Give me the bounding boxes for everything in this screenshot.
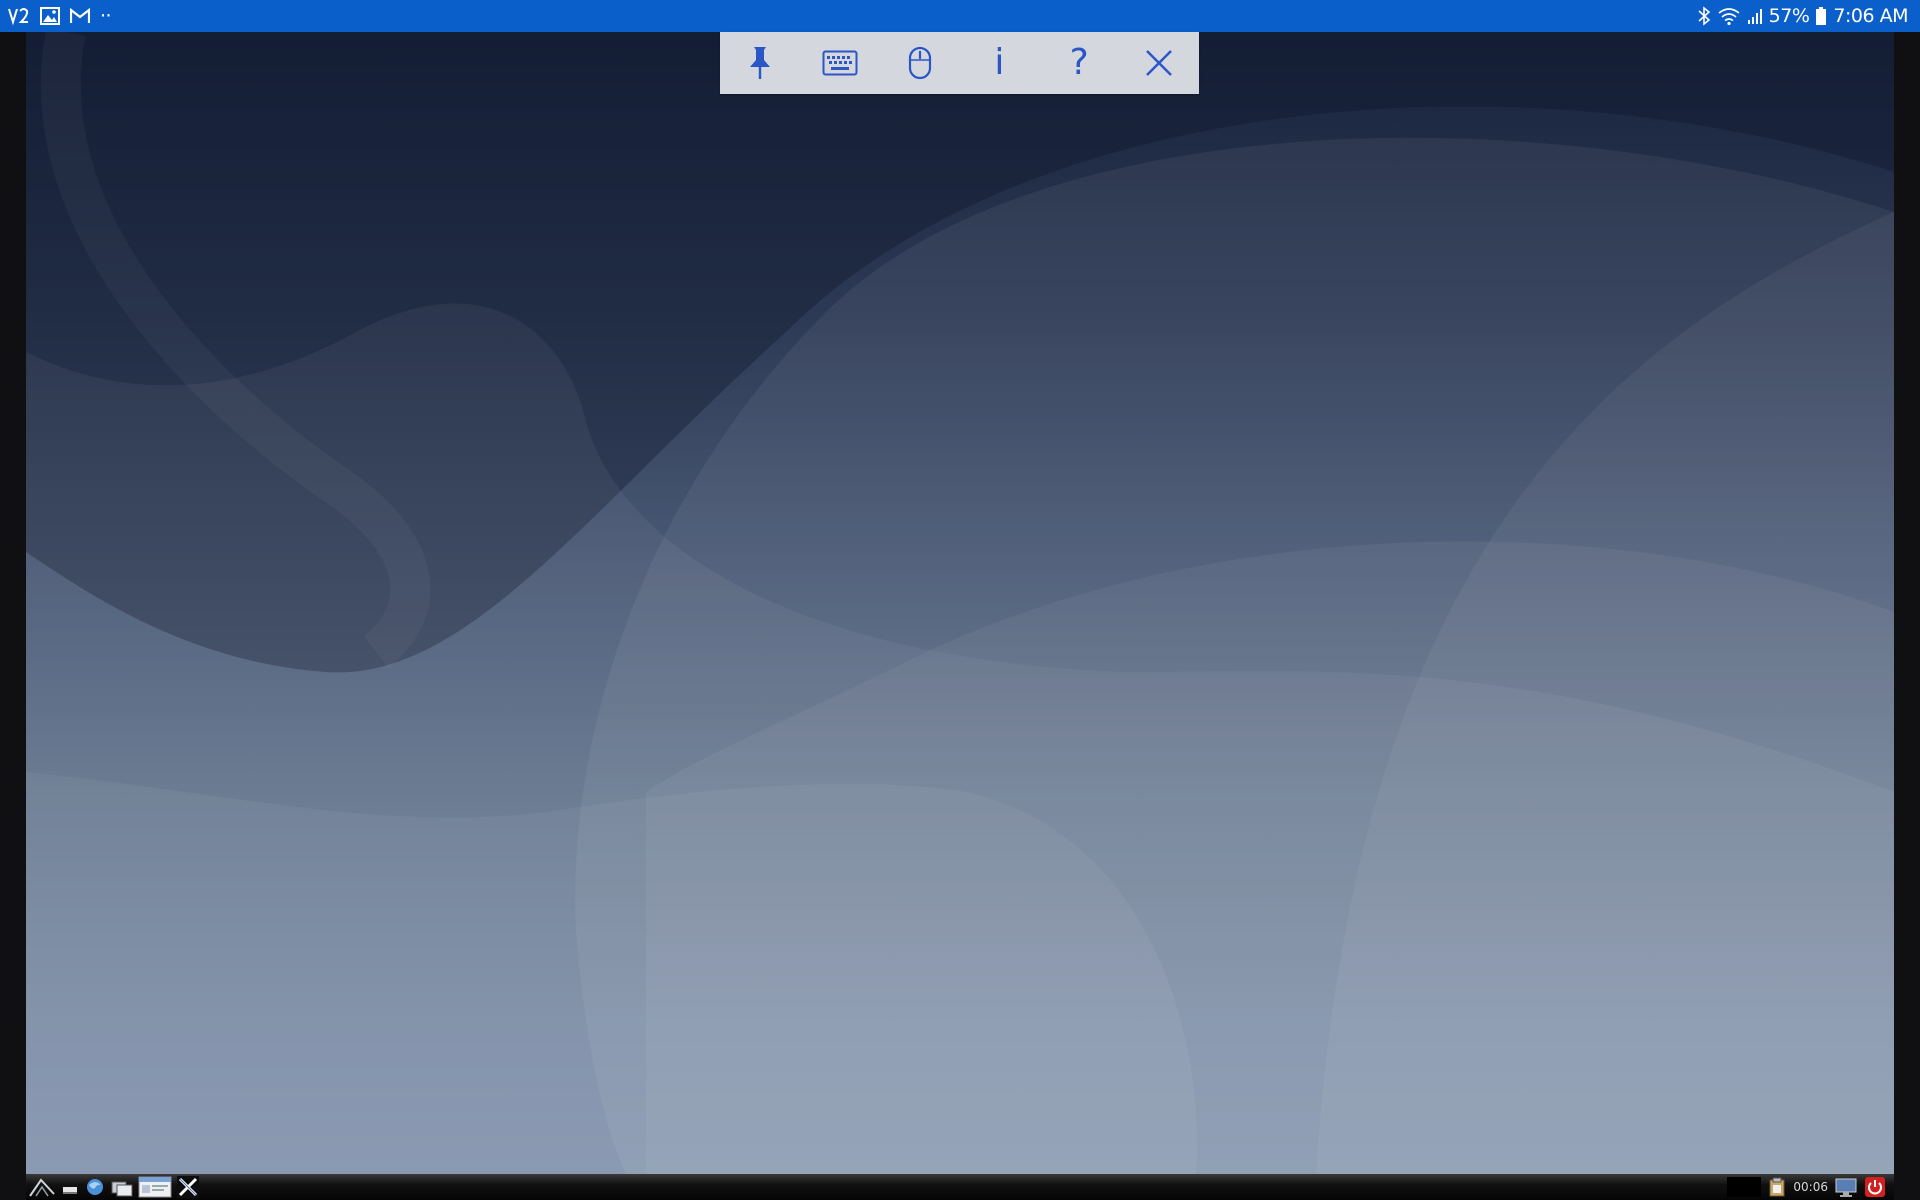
- black-tray-box: [1727, 1175, 1762, 1199]
- remote-desktop-area[interactable]: [26, 32, 1894, 1174]
- taskbar-tray: 00:06: [1727, 1174, 1886, 1200]
- power-icon[interactable]: [1864, 1175, 1886, 1199]
- start-menu-icon[interactable]: [28, 1175, 56, 1199]
- info-icon: i: [994, 42, 1005, 83]
- lxde-taskbar: 00:06: [26, 1174, 1894, 1200]
- file-manager-icon[interactable]: [138, 1175, 172, 1199]
- remote-frame-left-border: [0, 32, 26, 1200]
- keyboard-button[interactable]: [810, 35, 870, 91]
- remote-control-toolbar: i ?: [720, 32, 1199, 94]
- monitor-icon[interactable]: [1834, 1175, 1858, 1199]
- status-bar-left: ··: [8, 0, 112, 32]
- x-terminal-icon[interactable]: [176, 1175, 200, 1199]
- mouse-button[interactable]: [890, 35, 950, 91]
- battery-icon: [1815, 6, 1827, 26]
- switch-windows-icon[interactable]: [110, 1175, 134, 1199]
- android-status-bar: ·· 57% 7:06 AM: [0, 0, 1920, 32]
- close-icon: [1144, 48, 1174, 78]
- clock-time: 7:06 AM: [1833, 5, 1908, 27]
- remote-frame-right-border: [1894, 32, 1920, 1200]
- mouse-icon: [907, 46, 933, 80]
- wifi-icon: [1717, 6, 1741, 26]
- vnc-icon: [8, 6, 30, 26]
- signal-icon: [1747, 6, 1763, 26]
- status-bar-right: 57% 7:06 AM: [1697, 0, 1908, 32]
- desktop-wallpaper: [26, 32, 1894, 1174]
- taskbar-launchers: [28, 1174, 200, 1200]
- pin-button[interactable]: [730, 35, 790, 91]
- help-icon: ?: [1069, 42, 1089, 83]
- gmail-icon: [70, 8, 90, 24]
- image-icon: [40, 7, 60, 25]
- close-button[interactable]: [1129, 35, 1189, 91]
- battery-percent: 57%: [1768, 5, 1810, 27]
- info-button[interactable]: i: [969, 35, 1029, 91]
- clipboard-icon[interactable]: [1767, 1175, 1787, 1199]
- keyboard-icon: [822, 50, 858, 76]
- browser-icon[interactable]: [84, 1175, 106, 1199]
- taskbar-clock[interactable]: 00:06: [1793, 1180, 1828, 1194]
- pin-icon: [745, 45, 775, 81]
- minimize-all-icon[interactable]: [60, 1175, 80, 1199]
- help-button[interactable]: ?: [1049, 35, 1109, 91]
- more-notifications-icon: ··: [100, 5, 112, 27]
- bluetooth-icon: [1697, 6, 1711, 26]
